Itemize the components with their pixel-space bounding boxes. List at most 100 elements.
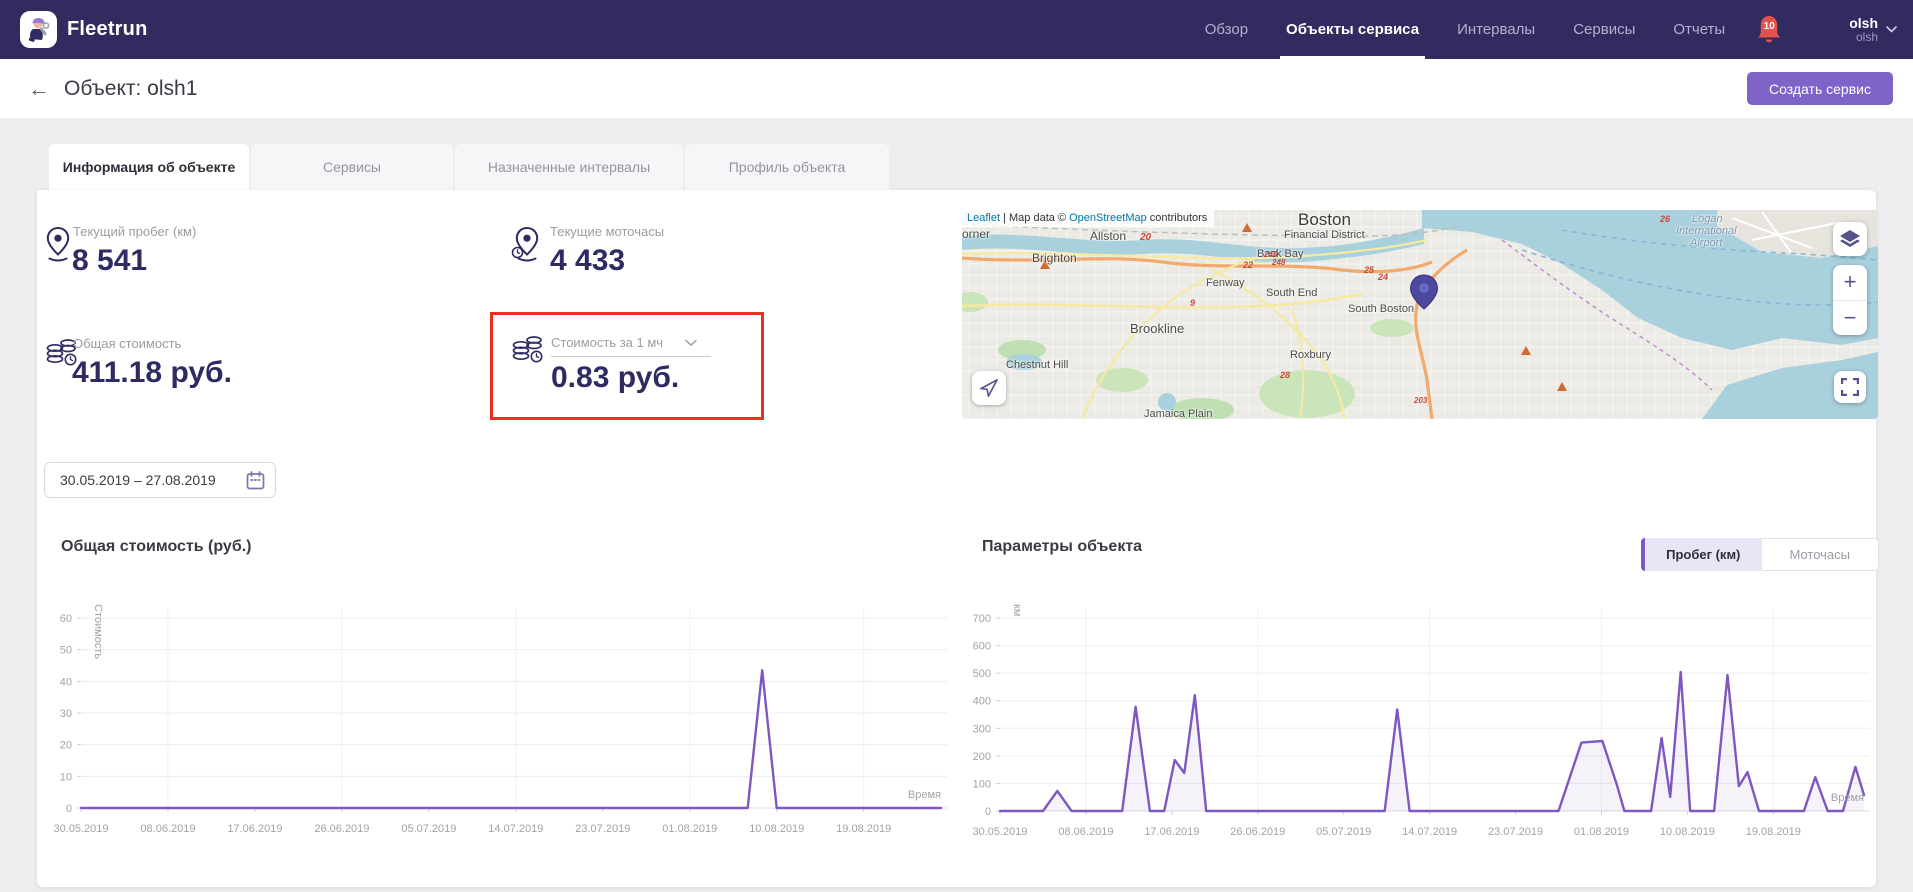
- route-number: 28: [1280, 370, 1290, 380]
- chevron-down-icon: [685, 339, 697, 347]
- tab-services[interactable]: Сервисы: [251, 144, 453, 190]
- location-pin-icon: [45, 226, 71, 267]
- svg-text:500: 500: [973, 668, 991, 680]
- nav-item-intervals[interactable]: Интервалы: [1457, 0, 1535, 59]
- map-label: Logan: [1692, 213, 1723, 225]
- map-attribution: Leaflet | Map data © OpenStreetMap contr…: [962, 210, 1214, 227]
- svg-text:26.06.2019: 26.06.2019: [1230, 826, 1285, 838]
- map-label: Chestnut Hill: [1006, 359, 1068, 371]
- svg-text:400: 400: [973, 696, 991, 708]
- map-locate-button[interactable]: [972, 371, 1006, 405]
- cost-per-hour-value: 0.83 руб.: [551, 361, 679, 395]
- leaflet-link[interactable]: Leaflet: [967, 212, 1000, 224]
- map-label: Airport: [1690, 237, 1722, 249]
- total-cost-chart: 30.05.2019 08.06.2019 17.06.2019 26.06.2019…: [40, 588, 950, 840]
- object-info-card: Текущий пробег (км) 8 541 Текущие моточа…: [37, 190, 1876, 887]
- osm-link[interactable]: OpenStreetMap: [1069, 212, 1147, 224]
- map-label: South Boston: [1348, 303, 1414, 315]
- map-label: Roxbury: [1290, 349, 1331, 361]
- tab-assigned-intervals[interactable]: Назначенные интервалы: [455, 144, 683, 190]
- engine-hours-pin-icon: [511, 226, 541, 267]
- svg-text:60: 60: [60, 613, 72, 625]
- tab-object-profile[interactable]: Профиль объекта: [685, 144, 889, 190]
- total-cost-value: 411.18 руб.: [72, 356, 232, 390]
- mileage-label: Текущий пробег (км): [73, 224, 196, 239]
- svg-text:км: км: [1011, 604, 1023, 616]
- route-number: 9: [1190, 298, 1195, 308]
- dropdown-underline: [551, 356, 711, 357]
- chevron-down-icon: [1886, 26, 1897, 33]
- nav-item-overview[interactable]: Обзор: [1205, 0, 1248, 59]
- user-subname: olsh: [1849, 31, 1878, 45]
- route-number: 248: [1272, 258, 1285, 267]
- tab-object-info[interactable]: Информация об объекте: [49, 144, 249, 190]
- app-logo[interactable]: [20, 11, 57, 48]
- svg-text:40: 40: [60, 676, 72, 688]
- right-chart-title: Параметры объекта: [982, 538, 1142, 556]
- cost-metric-dropdown[interactable]: Стоимость за 1 мч: [551, 335, 697, 350]
- back-button[interactable]: ←: [28, 78, 50, 100]
- total-cost-label: Общая стоимость: [73, 336, 181, 351]
- highlight-box: Стоимость за 1 мч 0.83 руб.: [490, 312, 764, 420]
- map-label: Allston: [1090, 229, 1126, 243]
- svg-text:20: 20: [60, 740, 72, 752]
- svg-text:300: 300: [973, 723, 991, 735]
- create-service-button[interactable]: Создать сервис: [1747, 72, 1893, 105]
- svg-text:05.07.2019: 05.07.2019: [1316, 826, 1371, 838]
- left-chart-title: Общая стоимость (руб.): [61, 538, 251, 556]
- fullscreen-icon: [1841, 378, 1859, 396]
- svg-text:0: 0: [985, 806, 991, 818]
- cost-per-hour-label: Стоимость за 1 мч: [551, 335, 663, 350]
- svg-text:600: 600: [973, 641, 991, 653]
- notifications-bell[interactable]: 10: [1755, 14, 1783, 46]
- map-zoom-control: + −: [1833, 265, 1867, 335]
- toggle-engine-hours[interactable]: Моточасы: [1762, 538, 1880, 571]
- route-number: 26: [1660, 214, 1670, 224]
- date-range-picker[interactable]: 30.05.2019 – 27.08.2019: [44, 462, 276, 498]
- svg-text:700: 700: [973, 613, 991, 625]
- svg-text:30: 30: [60, 708, 72, 720]
- svg-text:17.06.2019: 17.06.2019: [1144, 826, 1199, 838]
- toggle-mileage[interactable]: Пробег (км): [1641, 538, 1762, 571]
- map-label: Financial District: [1284, 229, 1365, 241]
- object-parameters-chart: 30.05.201908.06.201917.06.201926.06.2019…: [958, 588, 1883, 840]
- map-label: Boston: [1298, 210, 1351, 230]
- svg-text:0: 0: [66, 803, 72, 815]
- page-title: Объект: olsh1: [64, 77, 197, 101]
- map-fullscreen-button[interactable]: [1834, 371, 1866, 403]
- user-name: olsh: [1849, 15, 1878, 31]
- map-label: International: [1676, 225, 1737, 237]
- svg-text:30.05.2019: 30.05.2019: [53, 823, 108, 835]
- main-nav: Обзор Объекты сервиса Интервалы Сервисы …: [1205, 0, 1726, 59]
- svg-text:10.08.2019: 10.08.2019: [1660, 826, 1715, 838]
- svg-text:200: 200: [973, 751, 991, 763]
- svg-text:26.06.2019: 26.06.2019: [314, 823, 369, 835]
- zoom-in-button[interactable]: +: [1833, 265, 1867, 300]
- route-number: 22: [1243, 260, 1253, 270]
- brand-name: Fleetrun: [67, 18, 148, 41]
- svg-text:05.07.2019: 05.07.2019: [401, 823, 456, 835]
- route-number: 24: [1378, 272, 1388, 282]
- nav-item-service-objects[interactable]: Объекты сервиса: [1286, 0, 1419, 59]
- svg-text:14.07.2019: 14.07.2019: [488, 823, 543, 835]
- leaflet-map[interactable]: Leaflet | Map data © OpenStreetMap contr…: [962, 210, 1878, 419]
- top-navbar: Fleetrun Обзор Объекты сервиса Интервалы…: [0, 0, 1913, 59]
- svg-text:17.06.2019: 17.06.2019: [227, 823, 282, 835]
- engine-hours-label: Текущие моточасы: [550, 224, 664, 239]
- user-menu[interactable]: olsh olsh: [1849, 15, 1897, 45]
- svg-text:10.08.2019: 10.08.2019: [749, 823, 804, 835]
- parameter-toggle: Пробег (км) Моточасы: [1641, 538, 1879, 571]
- svg-text:08.06.2019: 08.06.2019: [140, 823, 195, 835]
- svg-text:23.07.2019: 23.07.2019: [575, 823, 630, 835]
- nav-item-reports[interactable]: Отчеты: [1673, 0, 1725, 59]
- map-marker[interactable]: [1410, 274, 1438, 315]
- svg-text:30.05.2019: 30.05.2019: [972, 826, 1027, 838]
- svg-text:19.08.2019: 19.08.2019: [836, 823, 891, 835]
- svg-text:10: 10: [60, 771, 72, 783]
- map-layers-button[interactable]: [1833, 222, 1867, 256]
- mechanic-icon: [25, 16, 52, 43]
- coins-clock-icon: [511, 333, 545, 372]
- date-range-value: 30.05.2019 – 27.08.2019: [60, 472, 246, 488]
- nav-item-services[interactable]: Сервисы: [1573, 0, 1635, 59]
- zoom-out-button[interactable]: −: [1833, 301, 1867, 336]
